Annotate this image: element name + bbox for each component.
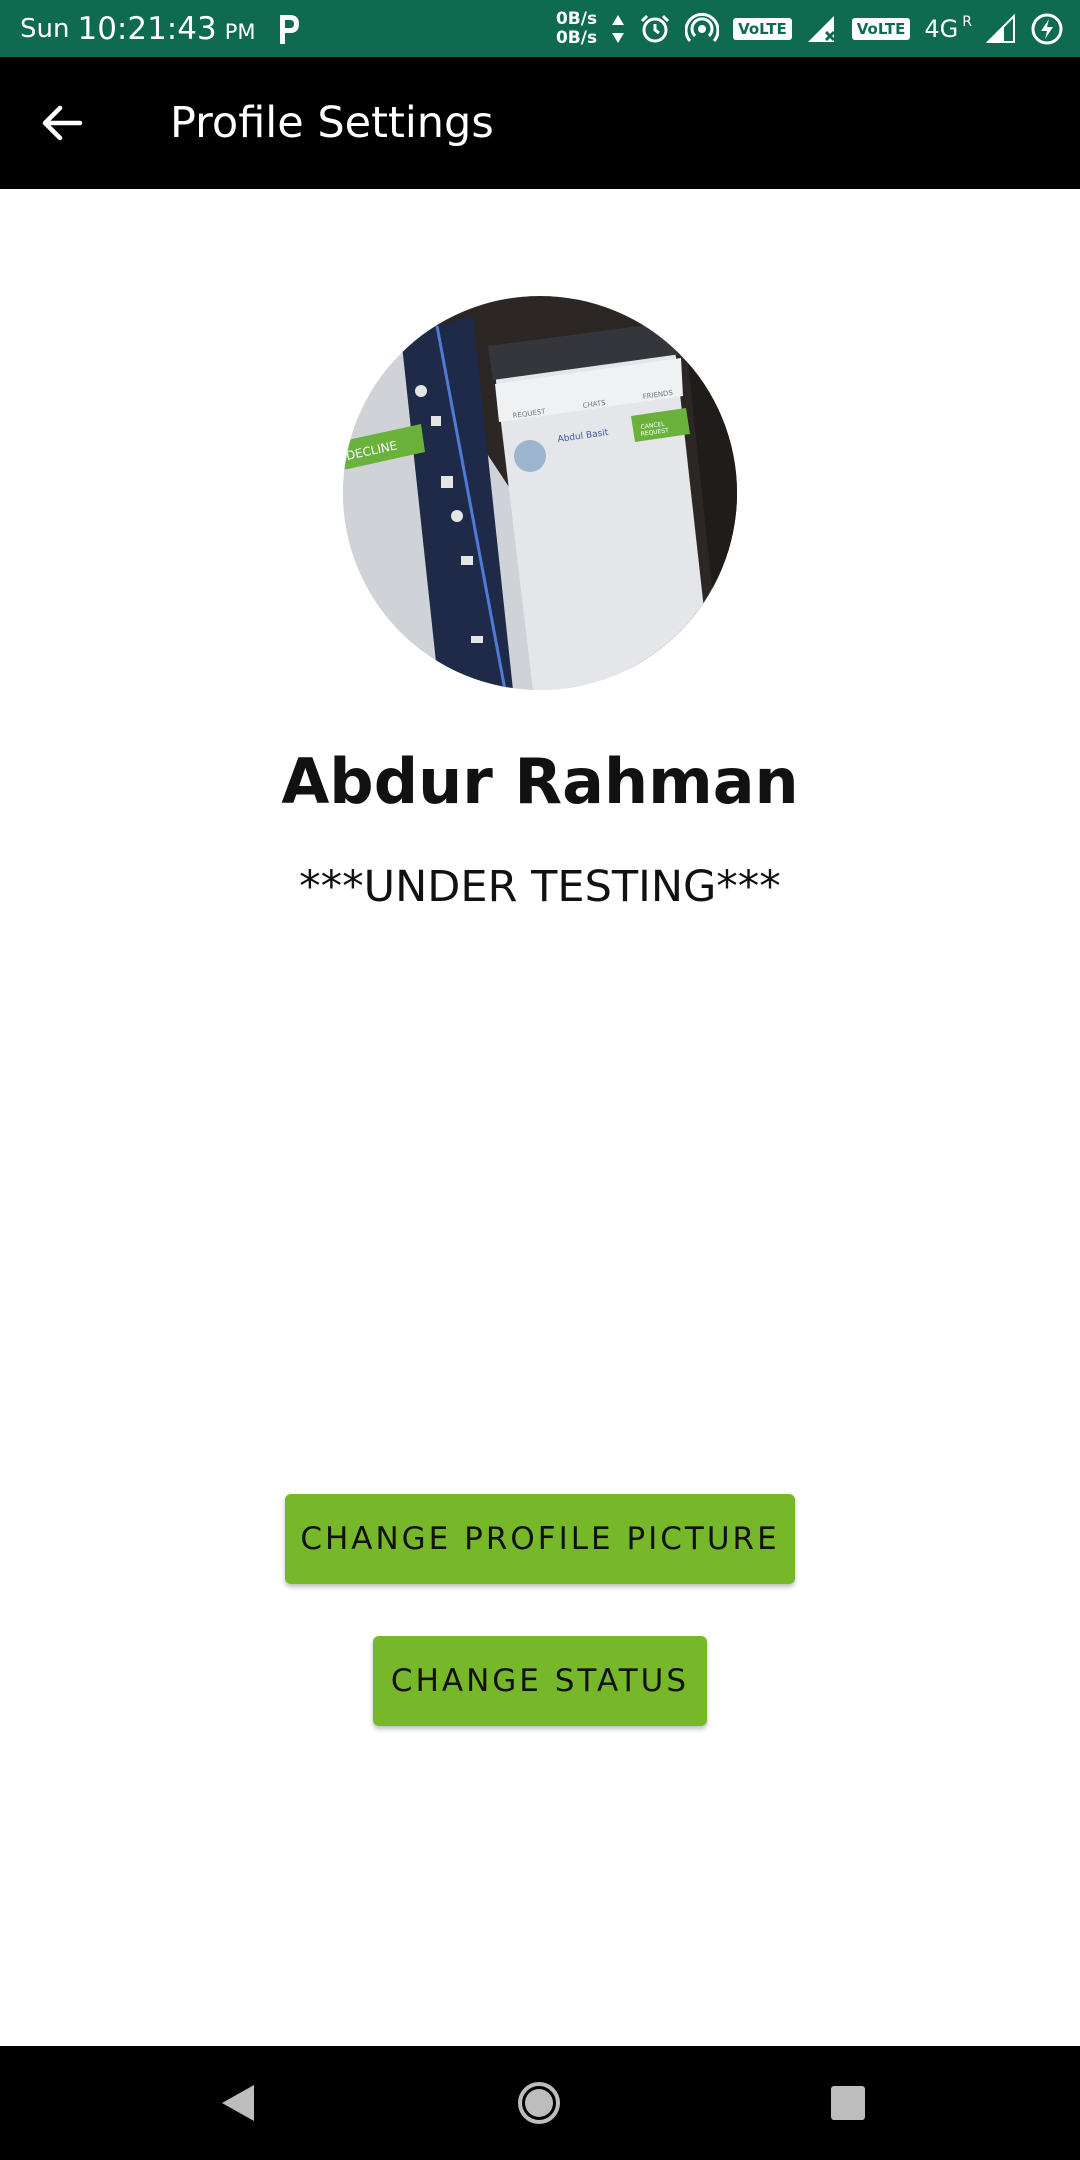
nav-recents-icon <box>831 2086 865 2120</box>
profile-name: Abdur Rahman <box>281 745 799 818</box>
back-button[interactable] <box>30 91 94 155</box>
status-right: 0B/s 0B/s VoLTE VoLTE 4G R <box>556 0 1064 57</box>
system-nav-bar <box>0 2046 1080 2160</box>
change-profile-picture-button[interactable]: CHANGE PROFILE PICTURE <box>285 1494 795 1584</box>
profile-avatar[interactable]: Quick Me REQUEST CHATS FRIENDS Abdul Bas… <box>343 296 737 690</box>
nav-back-icon <box>222 2085 254 2121</box>
arrow-back-icon <box>42 105 83 141</box>
page-title: Profile Settings <box>170 98 494 148</box>
volte-badge-2: VoLTE <box>851 17 911 40</box>
parking-icon <box>276 12 300 46</box>
app-bar: Profile Settings <box>0 57 1080 189</box>
network-type: 4G <box>924 14 959 43</box>
battery-icon <box>1030 12 1064 46</box>
signal-strength-icon <box>986 13 1016 44</box>
hotspot-icon <box>685 12 720 46</box>
status-day: Sun <box>20 13 70 44</box>
profile-settings-screen: Sun 10:21:43 PM 0B/s 0B/s VoLTE VoLTE 4G… <box>0 0 1080 2160</box>
net-up-speed: 0B/s <box>555 8 598 29</box>
alarm-icon <box>639 13 671 45</box>
nav-home-button[interactable] <box>504 2068 574 2138</box>
net-down-speed: 0B/s <box>555 27 598 48</box>
nav-recents-button[interactable] <box>813 2068 883 2138</box>
nav-home-icon <box>518 2082 560 2124</box>
change-status-button[interactable]: CHANGE STATUS <box>373 1636 707 1726</box>
data-arrows-icon <box>611 14 625 44</box>
nav-back-button[interactable] <box>203 2068 273 2138</box>
volte-badge-1: VoLTE <box>733 17 792 40</box>
status-ampm: PM <box>224 19 256 44</box>
network-speed: 0B/s 0B/s <box>555 8 598 48</box>
avatar-image: Quick Me REQUEST CHATS FRIENDS Abdul Bas… <box>343 296 737 690</box>
status-bar: Sun 10:21:43 PM 0B/s 0B/s VoLTE VoLTE 4G… <box>0 0 1080 57</box>
status-time: 10:21:43 <box>77 10 217 47</box>
status-left: Sun 10:21:43 PM <box>20 0 300 57</box>
signal-icon <box>806 14 838 44</box>
roaming-indicator: R <box>962 13 972 30</box>
profile-status: ***UNDER TESTING*** <box>299 862 781 912</box>
